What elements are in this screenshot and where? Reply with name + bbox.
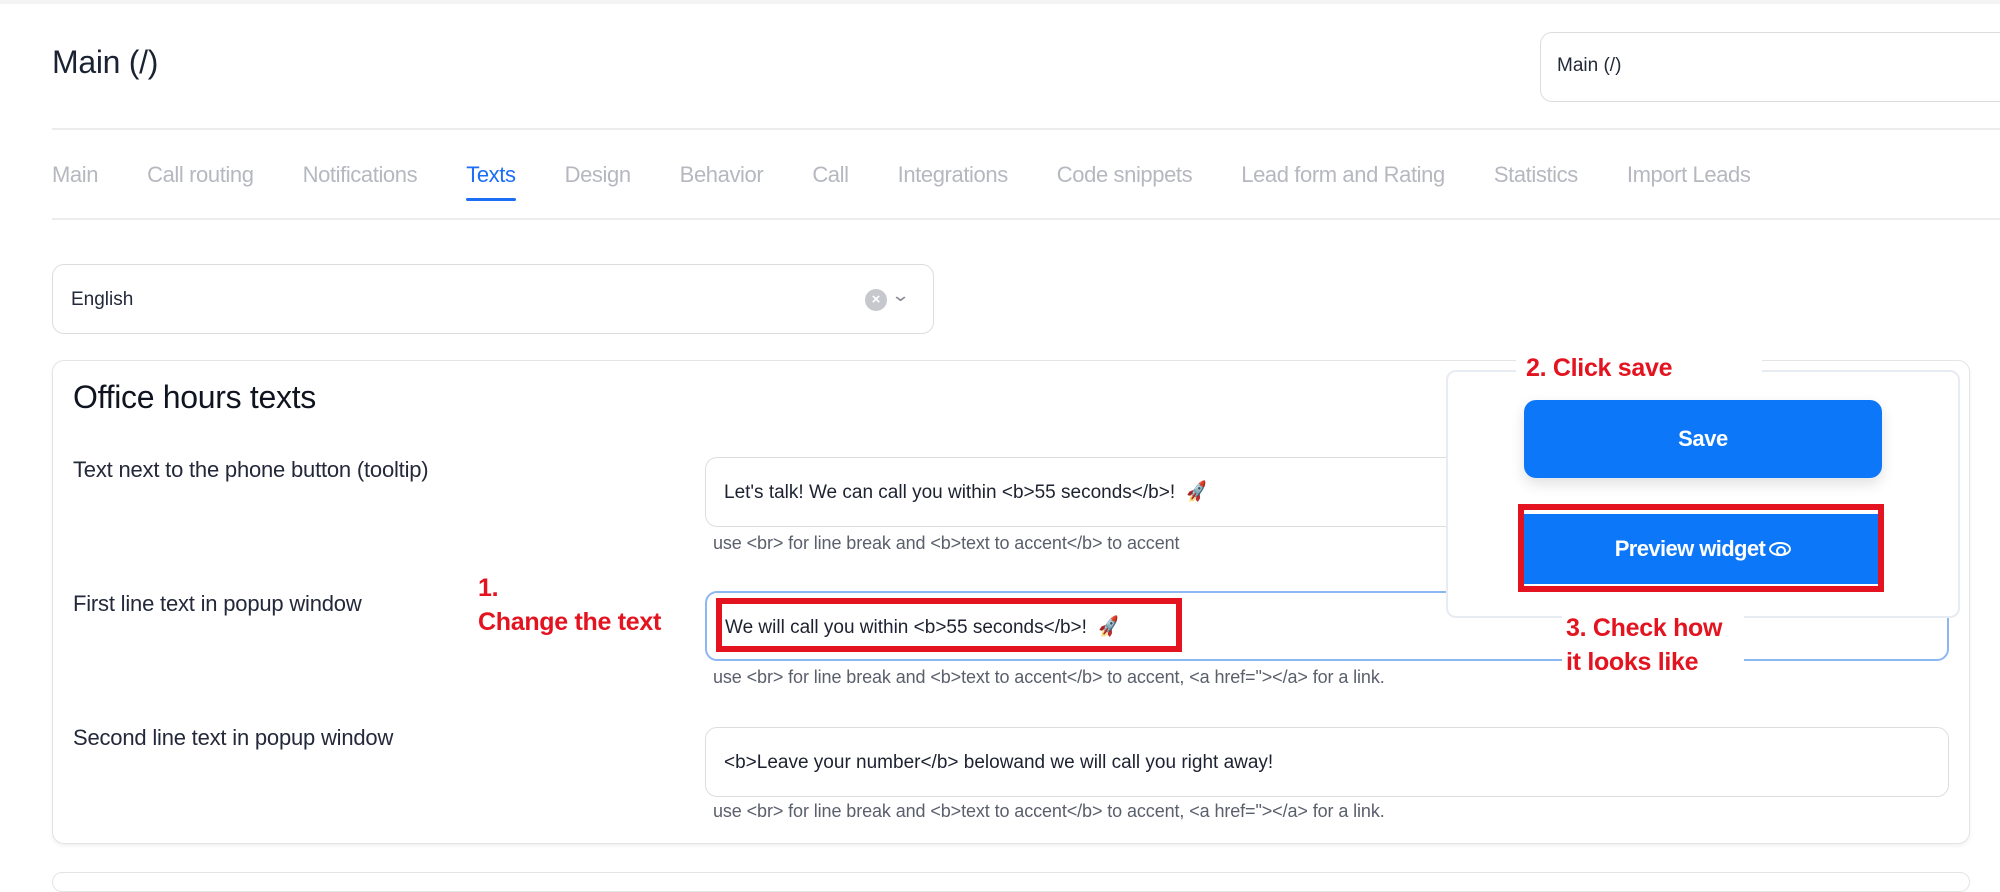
top-strip [0,0,2000,4]
tab-bar: Main Call routing Notifications Texts De… [52,162,1799,202]
tab-call-routing[interactable]: Call routing [147,162,254,202]
tabs-divider [52,218,2000,220]
annotation-step3-line1: 3. Check how [1566,614,1723,642]
field-label-tooltip: Text next to the phone button (tooltip) [73,457,429,482]
annotation-step1-number: 1. [478,574,499,602]
annotation-highlight-first-line [716,598,1182,652]
field-label-first-line: First line text in popup window [73,591,362,616]
annotation-step3-line2: it looks like [1566,647,1699,676]
tab-statistics[interactable]: Statistics [1494,162,1578,202]
tab-main[interactable]: Main [52,162,98,202]
tab-import-leads[interactable]: Import Leads [1627,162,1751,202]
field-label-second-line: Second line text in popup window [73,725,394,750]
tooltip-hint: use <br> for line break and <b>text to a… [713,533,1180,553]
annotation-step1-text: Change the text [478,607,662,636]
section-title: Office hours texts [73,379,317,415]
annotation-step3: 3. Check how it looks like [1562,610,1745,684]
tab-behavior[interactable]: Behavior [680,162,764,202]
next-card [52,872,1970,892]
annotation-step2: 2. Click save [1516,352,1763,386]
header-divider [52,128,2000,130]
tab-lead-form-and-rating[interactable]: Lead form and Rating [1241,162,1445,202]
tab-notifications[interactable]: Notifications [303,162,418,202]
page-title: Main (/) [52,44,159,80]
language-select-value: English [71,289,134,310]
page-selector[interactable]: Main (/) [1540,32,2000,102]
tab-code-snippets[interactable]: Code snippets [1057,162,1193,202]
x-circle-icon[interactable]: × [865,289,887,311]
save-button-label: Save [1678,426,1728,451]
rocket-icon: 🚀 [1184,480,1211,504]
tab-design[interactable]: Design [565,162,631,202]
chevron-down-icon[interactable]: ⌄ [891,285,911,306]
language-select[interactable]: English × ⌄ [52,264,934,334]
tab-texts[interactable]: Texts [466,162,516,202]
save-button[interactable]: Save [1524,400,1882,478]
first-line-hint: use <br> for line break and <b>text to a… [713,667,1385,687]
tab-call[interactable]: Call [812,162,849,202]
annotation-highlight-preview [1518,504,1884,592]
second-line-hint: use <br> for line break and <b>text to a… [713,801,1385,821]
annotation-step1: 1. Change the text [478,572,661,640]
second-line-text-value: <b>Leave your number</b> belowand we wil… [724,752,1274,773]
tooltip-text-value: Let's talk! We can call you within <b>55… [724,482,1181,503]
tab-integrations[interactable]: Integrations [898,162,1009,202]
second-line-text-input[interactable]: <b>Leave your number</b> belowand we wil… [705,727,1949,797]
